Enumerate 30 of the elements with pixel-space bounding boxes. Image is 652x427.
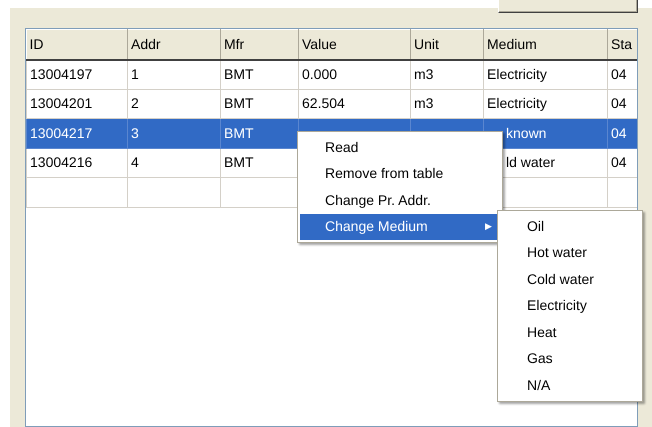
- menu-item[interactable]: Electricity: [500, 292, 640, 319]
- column-header[interactable]: Mfr: [220, 30, 298, 60]
- menu-item[interactable]: Cold water: [500, 266, 640, 292]
- column-header[interactable]: Medium: [484, 30, 608, 60]
- table-cell: 13004216: [26, 148, 128, 178]
- menu-item[interactable]: Hot water: [500, 240, 640, 266]
- table-cell: 04: [608, 118, 637, 148]
- menu-item[interactable]: Heat: [500, 319, 640, 346]
- table-cell: 4: [128, 148, 220, 178]
- submenu-arrow-icon: ▶: [485, 220, 492, 234]
- table-cell: 13004197: [26, 60, 128, 89]
- column-header[interactable]: ID: [26, 30, 128, 60]
- menu-item[interactable]: N/A: [500, 372, 640, 398]
- table-cell: Electricity: [484, 60, 608, 89]
- table-cell: m3: [410, 60, 484, 89]
- column-header[interactable]: Sta: [608, 30, 637, 60]
- table-cell: 13004217: [26, 118, 128, 148]
- table-cell: BMT: [220, 60, 298, 89]
- table-cell: 1: [128, 60, 220, 89]
- table-cell: 3: [128, 118, 220, 148]
- table-cell: BMT: [220, 118, 298, 148]
- column-header[interactable]: Addr: [128, 30, 220, 60]
- menu-item[interactable]: Oil: [500, 213, 640, 240]
- menu-item[interactable]: Change Pr. Addr.: [300, 187, 500, 214]
- column-header[interactable]: Unit: [410, 30, 484, 60]
- menu-item[interactable]: Change Medium ▶: [300, 214, 500, 240]
- button[interactable]: [498, 0, 638, 13]
- table-cell: 0.000: [298, 60, 410, 89]
- menu-item[interactable]: Gas: [500, 346, 640, 372]
- column-header[interactable]: Value: [298, 30, 410, 60]
